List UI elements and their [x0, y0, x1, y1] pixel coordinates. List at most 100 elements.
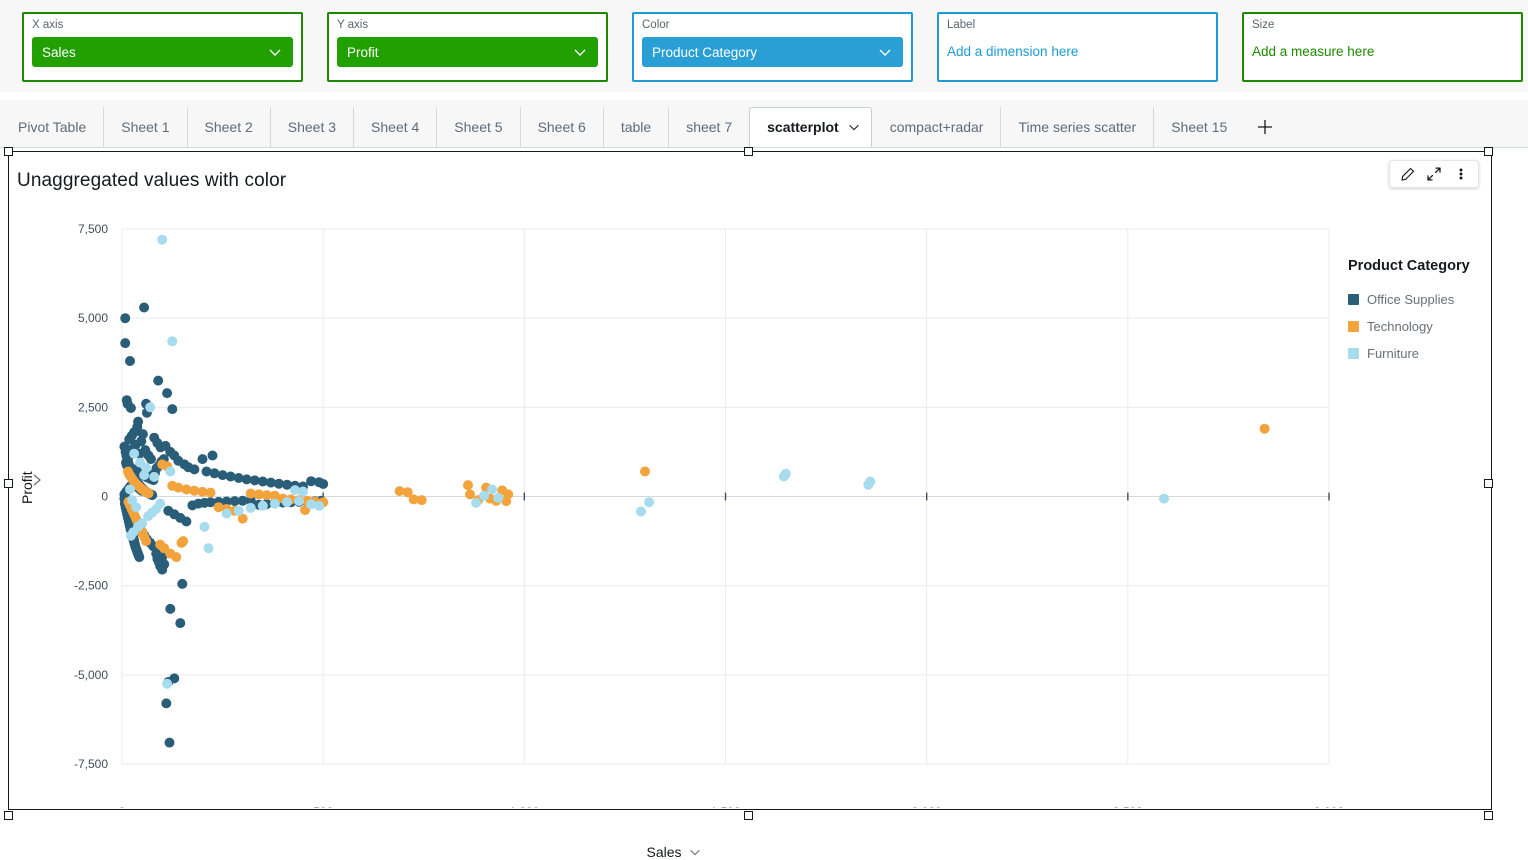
scatter-point[interactable]	[139, 303, 149, 313]
scatter-point[interactable]	[493, 493, 503, 503]
legend-item[interactable]: Office Supplies	[1348, 292, 1488, 307]
chevron-down-icon[interactable]	[572, 44, 588, 60]
scatter-point[interactable]	[165, 467, 175, 477]
field-pill-x-axis[interactable]: Sales	[32, 37, 293, 67]
chevron-down-icon[interactable]	[267, 44, 283, 60]
scatter-point[interactable]	[644, 497, 654, 507]
tab-scatterplot[interactable]: scatterplot	[749, 107, 872, 147]
resize-handle-middle-right[interactable]	[1484, 479, 1493, 488]
tab-sheet-3[interactable]: Sheet 3	[270, 107, 353, 147]
field-well-color[interactable]: ColorProduct Category	[632, 12, 913, 82]
resize-handle-top-middle[interactable]	[744, 147, 753, 156]
scatter-point[interactable]	[146, 454, 156, 464]
scatter-point[interactable]	[125, 356, 135, 366]
scatter-point[interactable]	[161, 698, 171, 708]
tab-chevron-down-icon[interactable]	[847, 120, 861, 134]
tab-sheet-15[interactable]: Sheet 15	[1153, 107, 1244, 147]
scatter-point[interactable]	[258, 501, 268, 511]
scatter-point[interactable]	[417, 495, 427, 505]
field-pill-color[interactable]: Product Category	[642, 37, 903, 67]
scatter-point[interactable]	[126, 531, 136, 541]
tab-sheet-7[interactable]: sheet 7	[668, 107, 749, 147]
scatter-point[interactable]	[149, 472, 159, 482]
scatter-point[interactable]	[234, 506, 244, 516]
tab-sheet-1[interactable]: Sheet 1	[103, 107, 186, 147]
scatter-point[interactable]	[134, 552, 144, 562]
edit-icon[interactable]	[1396, 164, 1418, 184]
scatter-point[interactable]	[318, 479, 328, 489]
scatter-point[interactable]	[120, 338, 130, 348]
scatter-point[interactable]	[178, 536, 188, 546]
scatter-point[interactable]	[298, 487, 308, 497]
tab-compact-radar[interactable]: compact+radar	[872, 107, 1001, 147]
scatter-point[interactable]	[127, 495, 137, 505]
scatter-point[interactable]	[463, 480, 473, 490]
scatter-point[interactable]	[294, 496, 304, 506]
tab-sheet-4[interactable]: Sheet 4	[353, 107, 436, 147]
scatter-point[interactable]	[198, 454, 208, 464]
scatter-point[interactable]	[640, 467, 650, 477]
scatter-point[interactable]	[167, 404, 177, 414]
scatter-point[interactable]	[126, 403, 136, 413]
expand-icon[interactable]	[1423, 164, 1445, 184]
x-axis-chevron-icon[interactable]	[688, 845, 702, 859]
tab-sheet-5[interactable]: Sheet 5	[436, 107, 519, 147]
scatter-point[interactable]	[636, 507, 646, 517]
tab-sheet-6[interactable]: Sheet 6	[520, 107, 603, 147]
scatter-point[interactable]	[246, 503, 256, 513]
tab-table[interactable]: table	[603, 107, 668, 147]
scatter-point[interactable]	[222, 509, 232, 519]
scatter-point[interactable]	[200, 522, 210, 532]
field-well-x-axis[interactable]: X axisSales	[22, 12, 303, 82]
more-options-icon[interactable]	[1450, 164, 1472, 184]
legend-item[interactable]: Furniture	[1348, 346, 1488, 361]
resize-handle-top-right[interactable]	[1484, 147, 1493, 156]
scatter-point[interactable]	[129, 449, 139, 459]
scatter-point[interactable]	[204, 543, 214, 553]
scatter-point[interactable]	[141, 536, 151, 546]
tab-time-series-scatter[interactable]: Time series scatter	[1000, 107, 1153, 147]
field-well-label[interactable]: LabelAdd a dimension here	[937, 12, 1218, 82]
field-well-placeholder[interactable]: Add a dimension here	[947, 37, 1208, 67]
chevron-down-icon[interactable]	[877, 44, 893, 60]
scatter-point[interactable]	[153, 376, 163, 386]
scatter-point[interactable]	[479, 491, 489, 501]
scatter-point[interactable]	[162, 679, 172, 689]
scatter-point[interactable]	[139, 470, 149, 480]
scatter-point[interactable]	[145, 402, 155, 412]
scatter-point[interactable]	[471, 498, 481, 508]
scatter-point[interactable]	[165, 738, 175, 748]
tab-pivot-table[interactable]: Pivot Table	[0, 107, 103, 147]
scatter-point[interactable]	[171, 552, 181, 562]
scatter-point[interactable]	[865, 477, 875, 487]
resize-handle-middle-left[interactable]	[4, 479, 13, 488]
scatter-point[interactable]	[270, 499, 280, 509]
scatter-point[interactable]	[181, 517, 191, 527]
field-well-y-axis[interactable]: Y axisProfit	[327, 12, 608, 82]
scatter-point[interactable]	[167, 336, 177, 346]
x-axis-title[interactable]: Sales	[9, 844, 1339, 860]
scatter-point[interactable]	[149, 433, 159, 443]
scatter-point[interactable]	[314, 501, 324, 511]
tab-sheet-2[interactable]: Sheet 2	[187, 107, 270, 147]
scatter-point[interactable]	[487, 484, 497, 494]
scatter-point[interactable]	[165, 604, 175, 614]
scatter-point[interactable]	[465, 489, 475, 499]
scatter-point[interactable]	[175, 618, 185, 628]
scatter-point[interactable]	[1260, 424, 1270, 434]
scatter-point[interactable]	[206, 488, 216, 498]
scatter-point[interactable]	[208, 451, 218, 461]
scatter-point[interactable]	[157, 235, 167, 245]
scatter-point[interactable]	[177, 579, 187, 589]
scatter-point[interactable]	[1159, 494, 1169, 504]
scatter-plot[interactable]: 7,5005,0002,5000-2,500-5,000-7,50005001,…	[9, 204, 1493, 808]
field-well-placeholder[interactable]: Add a measure here	[1252, 37, 1513, 67]
legend-item[interactable]: Technology	[1348, 319, 1488, 334]
scatter-point[interactable]	[120, 313, 130, 323]
scatter-point[interactable]	[189, 464, 199, 474]
scatter-point[interactable]	[162, 388, 172, 398]
scatter-point[interactable]	[144, 488, 154, 498]
field-well-size[interactable]: SizeAdd a measure here	[1242, 12, 1523, 82]
scatter-point[interactable]	[282, 497, 292, 507]
visual-container[interactable]: Unaggregated values with color 7,5005,00…	[8, 151, 1492, 810]
